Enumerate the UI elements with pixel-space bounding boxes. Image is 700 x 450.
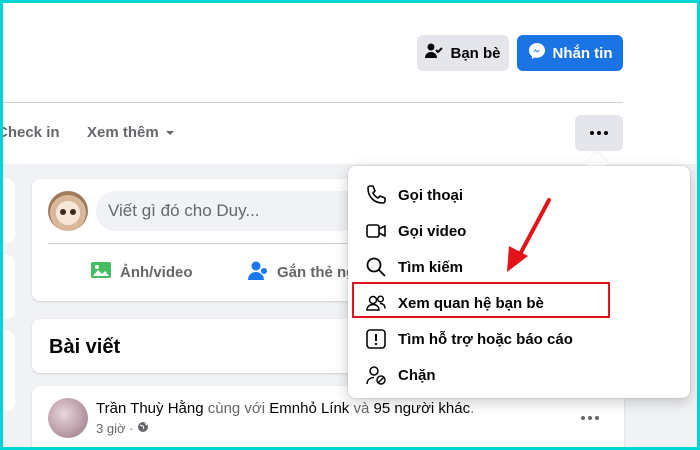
header-divider [3, 102, 623, 103]
search-icon [364, 255, 388, 279]
post-author-avatar[interactable] [48, 398, 88, 438]
posts-title: Bài viết [49, 336, 121, 358]
left-column-card [3, 179, 15, 243]
post-tagged-name[interactable]: Emnhỏ Línk [269, 400, 349, 417]
more-dots-icon [581, 416, 585, 420]
menu-item-label: Gọi thoại [398, 186, 463, 204]
menu-item-block[interactable]: Chặn [356, 357, 682, 393]
tab-more-label: Xem thêm [87, 124, 159, 141]
photo-video-button[interactable]: Ảnh/video [90, 259, 193, 285]
caret-down-icon [165, 124, 175, 141]
left-column-card [3, 255, 15, 319]
friends-button-label: Bạn bè [450, 44, 501, 62]
menu-item-voice-call[interactable]: Gọi thoại [356, 177, 682, 213]
message-button[interactable]: Nhắn tin [517, 35, 623, 71]
post-others-link[interactable]: 95 người khác [374, 400, 471, 417]
left-column-card [3, 331, 15, 411]
menu-item-view-friendship[interactable]: Xem quan hệ bạn bè [356, 285, 682, 321]
post-header-line: Trần Thuỳ Hằng cùng với Emnhỏ Línk và 95… [96, 400, 475, 417]
profile-header: Bạn bè Nhắn tin Check in Xem thêm [3, 3, 697, 164]
report-icon [364, 327, 388, 351]
menu-item-video-call[interactable]: Gọi video [356, 213, 682, 249]
post-more-button[interactable] [581, 416, 599, 420]
more-options-button[interactable] [575, 115, 623, 151]
composer-divider [48, 243, 358, 244]
menu-item-label: Tìm hỗ trợ hoặc báo cáo [398, 330, 573, 348]
friends-button[interactable]: Bạn bè [417, 35, 509, 71]
tag-people-icon [247, 259, 269, 285]
photo-icon [90, 259, 112, 285]
menu-item-label: Chặn [398, 366, 436, 384]
photo-video-label: Ảnh/video [120, 263, 193, 281]
menu-item-label: Tìm kiếm [398, 258, 464, 276]
post-composer: Viết gì đó cho Duy... Ảnh/video Gắn thẻ … [32, 179, 386, 301]
avatar[interactable] [48, 191, 88, 231]
composer-input[interactable]: Viết gì đó cho Duy... [96, 191, 386, 231]
tab-more[interactable]: Xem thêm [87, 124, 175, 141]
tab-checkin[interactable]: Check in [3, 124, 60, 141]
friends-icon [364, 291, 388, 315]
app-frame: Bạn bè Nhắn tin Check in Xem thêm Viết g… [3, 3, 697, 447]
menu-item-support-report[interactable]: Tìm hỗ trợ hoặc báo cáo [356, 321, 682, 357]
profile-options-menu: Gọi thoại Gọi video Tìm kiếm Xem quan hệ… [348, 166, 690, 398]
messenger-icon [528, 42, 546, 64]
post-meta: 3 giờ · [96, 421, 149, 436]
message-button-label: Nhắn tin [552, 44, 613, 62]
post-author-name[interactable]: Trần Thuỳ Hằng [96, 400, 204, 417]
menu-item-label: Gọi video [398, 222, 467, 240]
posts-section-header: Bài viết [32, 319, 372, 373]
menu-item-label: Xem quan hệ bạn bè [398, 294, 544, 312]
phone-icon [364, 183, 388, 207]
tag-people-label: Gắn thẻ ng [277, 263, 356, 281]
block-user-icon [364, 363, 388, 387]
post-time[interactable]: 3 giờ · [96, 421, 133, 436]
more-dots-icon [590, 131, 594, 135]
video-camera-icon [364, 219, 388, 243]
globe-icon [137, 421, 149, 436]
tag-people-button[interactable]: Gắn thẻ ng [247, 259, 355, 285]
menu-item-search[interactable]: Tìm kiếm [356, 249, 682, 285]
friend-check-icon [425, 43, 444, 63]
